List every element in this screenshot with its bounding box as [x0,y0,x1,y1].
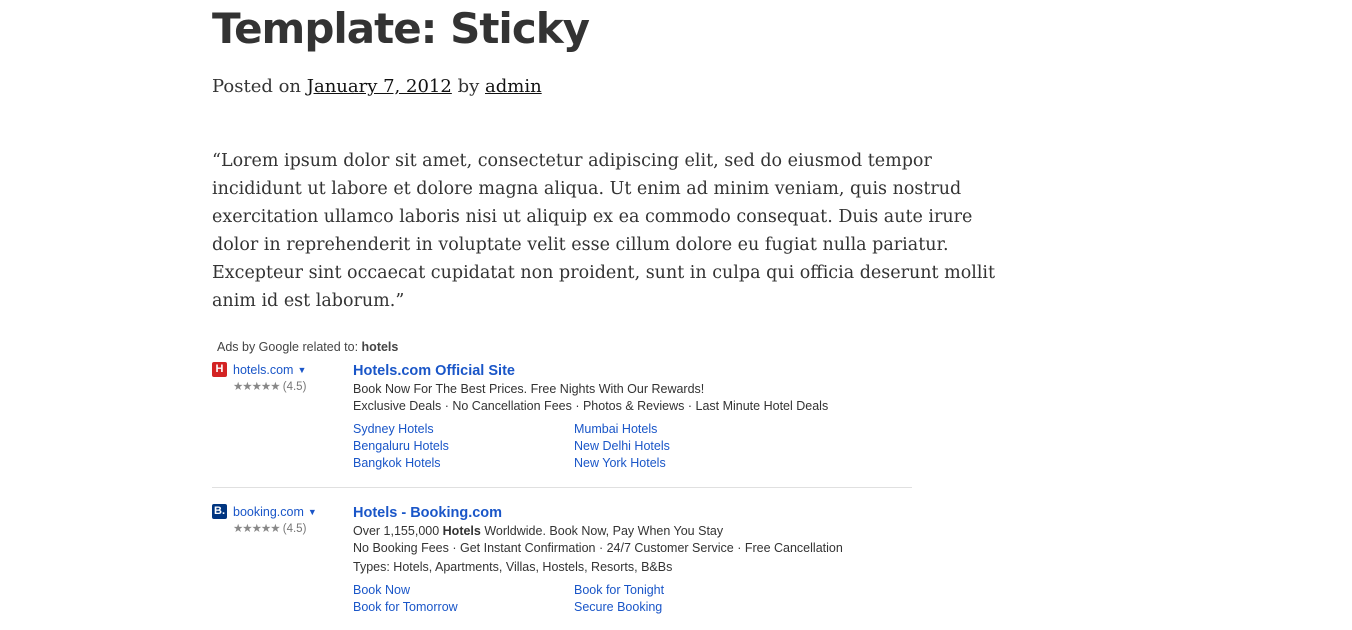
ad-source: H hotels.com ▼ ★★★★★ (4.5) [212,362,342,393]
sitelink[interactable]: New York Hotels [574,455,795,472]
ads-header-label: Ads by Google related to: [217,340,359,354]
post-title: Template: Sticky [212,4,590,53]
ads-block: Ads by Google related to: hotels H hotel… [212,340,917,616]
by-label: by [457,76,480,97]
ad-divider [212,487,912,488]
ad-description-keyword: Hotels [442,524,481,538]
ad-sitelinks: Book Now Book for Tonight Book for Tomor… [353,582,917,616]
ad-title-link[interactable]: Hotels.com Official Site [353,362,917,381]
ad-description-pre: Over 1,155,000 [353,524,443,538]
sitelink[interactable]: Book for Tonight [574,582,795,599]
sitelink[interactable]: Secure Booking [574,599,795,616]
star-rating-icon: ★★★★★ [233,523,281,535]
sitelink[interactable]: Bangkok Hotels [353,455,574,472]
star-rating-icon: ★★★★★ [233,381,281,393]
ad-description: Book Now For The Best Prices. Free Night… [353,382,705,396]
sitelink[interactable]: Book Now [353,582,574,599]
caret-down-icon[interactable]: ▼ [308,507,317,517]
sitelink[interactable]: Bengaluru Hotels [353,438,574,455]
ad-title-link[interactable]: Hotels - Booking.com [353,504,917,523]
post-date-link[interactable]: January 7, 2012 [307,76,452,97]
post-quote: “Lorem ipsum dolor sit amet, consectetur… [212,151,996,311]
ad-domain-label[interactable]: hotels.com [233,363,293,377]
sitelink[interactable]: New Delhi Hotels [574,438,795,455]
post-meta: Posted on January 7, 2012 by admin [212,76,542,97]
ad-description-post: Worldwide. Book Now, Pay When You Stay [480,524,724,538]
hotels-logo-icon: H [212,362,227,377]
sitelink[interactable]: Book for Tomorrow [353,599,574,616]
sitelink[interactable]: Sydney Hotels [353,421,574,438]
ad-rating: ★★★★★ (4.5) [233,521,342,535]
author-link[interactable]: admin [485,76,542,97]
rating-value: (4.5) [282,523,307,535]
ad-features: No Booking Fees · Get Instant Confirmati… [353,541,843,555]
ad-domain-label[interactable]: booking.com [233,505,304,519]
caret-down-icon[interactable]: ▼ [297,365,306,375]
booking-logo-icon: B. [212,504,227,519]
ad-types: Types: Hotels, Apartments, Villas, Hoste… [353,560,673,574]
ad-features: Exclusive Deals · No Cancellation Fees ·… [353,399,829,413]
ad-body: Hotels - Booking.com Over 1,155,000 Hote… [353,504,917,616]
sitelink[interactable]: Mumbai Hotels [574,421,795,438]
ad-item: H hotels.com ▼ ★★★★★ (4.5) Hotels.com Of… [212,362,917,472]
ad-domain[interactable]: H hotels.com ▼ [212,362,342,377]
ad-source: B. booking.com ▼ ★★★★★ (4.5) [212,504,342,535]
ad-description: Over 1,155,000 Hotels Worldwide. Book No… [353,523,917,540]
ad-item: B. booking.com ▼ ★★★★★ (4.5) Hotels - Bo… [212,504,917,616]
ad-rating: ★★★★★ (4.5) [233,379,342,393]
ad-sitelinks: Sydney Hotels Mumbai Hotels Bengaluru Ho… [353,421,917,472]
ads-header: Ads by Google related to: hotels [217,340,917,362]
rating-value: (4.5) [282,381,307,393]
ad-domain[interactable]: B. booking.com ▼ [212,504,342,519]
ad-body: Hotels.com Official Site Book Now For Th… [353,362,917,472]
posted-on-label: Posted on [212,76,302,97]
ads-header-keyword: hotels [361,340,399,354]
